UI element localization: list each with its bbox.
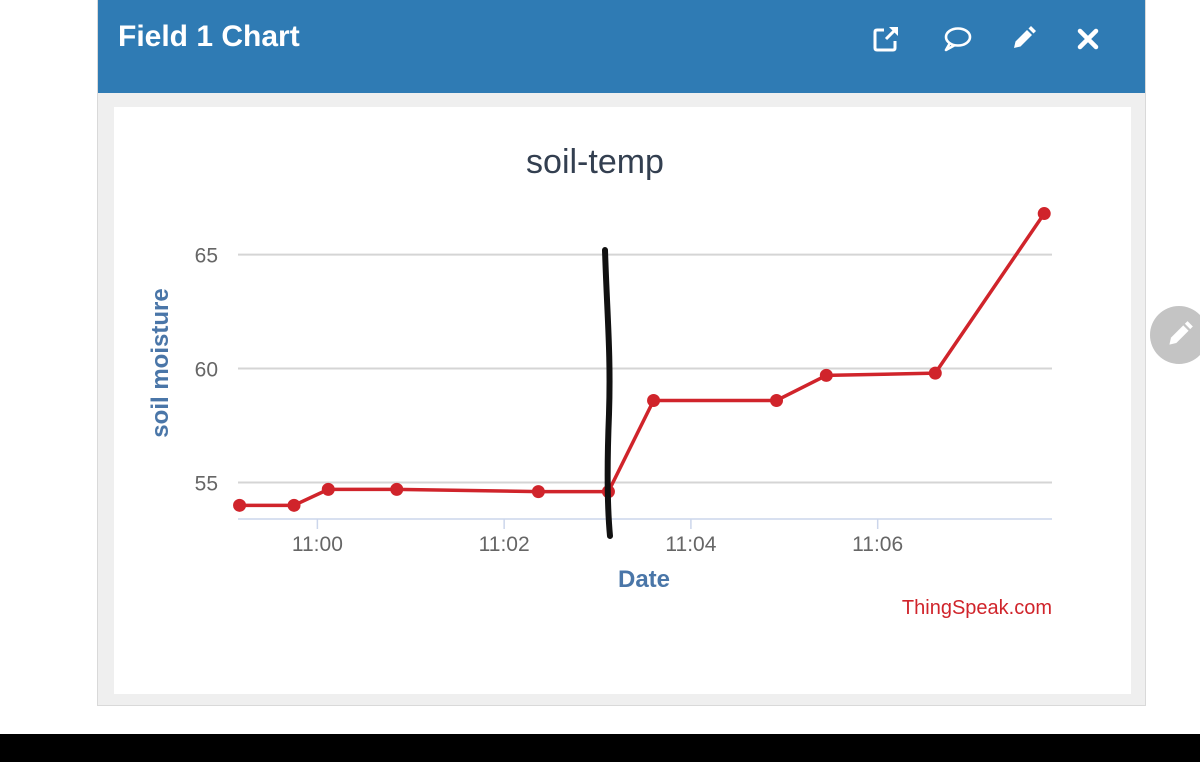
data-point[interactable] [321, 482, 335, 496]
widget-title: Field 1 Chart [118, 20, 300, 53]
data-point[interactable] [819, 368, 833, 382]
line-chart[interactable]: soil-temp 55 60 65 11:00 11:02 11:04 11:06 so… [114, 107, 1131, 694]
open-external-button[interactable] [869, 22, 903, 56]
data-point[interactable] [390, 482, 404, 496]
data-point[interactable] [928, 366, 942, 380]
data-point[interactable] [531, 485, 545, 499]
comment-icon [944, 27, 972, 52]
pencil-icon [1169, 321, 1193, 345]
chart-widget: Field 1 Chart soil-temp 55 60 65 11:00 1… [97, 0, 1146, 706]
data-point[interactable] [287, 498, 301, 512]
widget-header: Field 1 Chart [98, 0, 1145, 93]
data-point[interactable] [770, 393, 784, 407]
close-button[interactable] [1071, 22, 1105, 56]
open-external-icon [873, 26, 899, 52]
data-point[interactable] [1037, 207, 1051, 221]
floating-edit-button[interactable] [1150, 306, 1200, 364]
y-tick-label: 55 [195, 473, 218, 496]
x-tick-label: 11:06 [852, 533, 903, 556]
x-tick-label: 11:04 [665, 533, 716, 556]
bottom-black-bar [0, 734, 1200, 762]
chart-title: soil-temp [526, 143, 664, 181]
thingspeak-credit[interactable]: ThingSpeak.com [902, 597, 1052, 619]
x-tick-label: 11:00 [292, 533, 343, 556]
x-tick-label: 11:02 [479, 533, 530, 556]
comment-button[interactable] [940, 22, 974, 56]
series-line [239, 212, 1046, 508]
x-axis-label: Date [618, 566, 670, 593]
pencil-icon [1014, 26, 1036, 48]
data-point[interactable] [233, 498, 247, 512]
chart-area: soil-temp 55 60 65 11:00 11:02 11:04 11:06 so… [114, 107, 1131, 694]
y-tick-label: 65 [195, 245, 218, 268]
y-tick-label: 60 [195, 359, 218, 382]
close-icon [1077, 28, 1099, 50]
edit-button[interactable] [1006, 22, 1040, 56]
y-axis-label: soil moisture [147, 288, 174, 437]
data-point[interactable] [647, 393, 661, 407]
marker-annotation [602, 247, 613, 539]
